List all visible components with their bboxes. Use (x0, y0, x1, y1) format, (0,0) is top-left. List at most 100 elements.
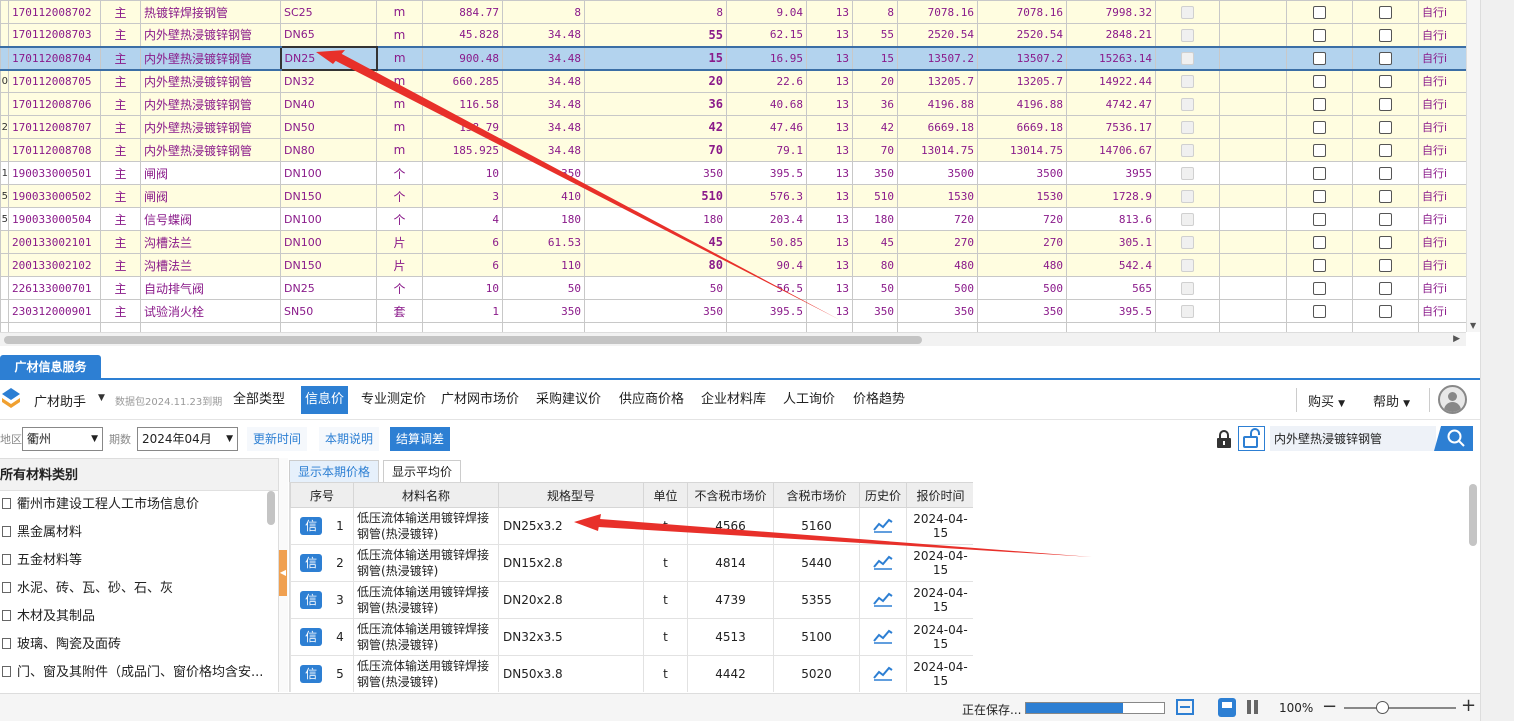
nav-tab[interactable]: 价格趋势 (849, 386, 909, 414)
select-checkbox-cell[interactable] (1352, 92, 1419, 116)
select-checkbox[interactable] (1379, 258, 1392, 272)
lock-checkbox-cell[interactable] (1286, 92, 1353, 116)
material-spec[interactable]: DN50x3.8 (498, 655, 644, 692)
market-price[interactable]: 350 (584, 161, 727, 185)
material-spec[interactable]: DN25x3.2 (498, 507, 644, 545)
price-applied[interactable]: 180 (852, 207, 898, 231)
price-applied[interactable]: 42 (852, 115, 898, 139)
material-unit[interactable]: m (376, 138, 423, 162)
quote-date[interactable]: 2024-04-15 (906, 544, 973, 582)
material-code[interactable]: 170112008702 (8, 0, 101, 24)
tax-rate[interactable]: 13 (806, 92, 853, 116)
market-price[interactable]: 510 (584, 184, 727, 208)
material-name[interactable]: 内外壁热浸镀锌钢管 (140, 69, 281, 93)
pre-tax-price[interactable]: 110 (502, 253, 585, 277)
pre-tax-price[interactable]: 34.48 (502, 45, 585, 71)
nav-tab[interactable]: 人工询价 (779, 386, 839, 414)
pre-tax-price[interactable]: 50 (502, 276, 585, 300)
source-label[interactable]: 自行i (1418, 253, 1466, 277)
grid-row[interactable]: 1 190033000501 主闸阀 DN100 个 10 350 350 395.5 13 350… (0, 161, 1466, 185)
amount[interactable]: 13507.2 (897, 45, 978, 71)
material-spec[interactable]: DN40 (280, 92, 377, 116)
tax-price[interactable]: 90.4 (726, 253, 807, 277)
row-index[interactable] (0, 23, 9, 47)
nav-tab[interactable]: 供应商价格 (615, 386, 688, 414)
amount-tax[interactable]: 2848.21 (1066, 23, 1156, 47)
amount-tax[interactable]: 7998.32 (1066, 0, 1156, 24)
empty-cell[interactable] (977, 322, 1067, 332)
grid-row[interactable]: 170112008704 主内外壁热浸镀锌钢管 DN25 m 900.48 34.48 15… (0, 45, 1466, 71)
material-spec[interactable]: DN25 (279, 45, 378, 71)
quantity[interactable]: 884.77 (422, 0, 503, 24)
market-price[interactable]: 42 (584, 115, 727, 139)
amount-tax[interactable]: 542.4 (1066, 253, 1156, 277)
trend-chart-icon[interactable] (873, 628, 893, 644)
quote-date[interactable]: 2024-04-15 (906, 618, 973, 656)
select-checkbox-cell[interactable] (1352, 253, 1419, 277)
price-row[interactable]: 信 1 低压流体输送用镀锌焊接钢管(热浸镀锌) DN25x3.2 t 4566 5160 20… (290, 507, 973, 545)
tax-price[interactable]: 47.46 (726, 115, 807, 139)
lock-checkbox-cell[interactable] (1286, 0, 1353, 24)
select-checkbox[interactable] (1379, 28, 1392, 42)
market-price[interactable]: 20 (584, 69, 727, 93)
row-index[interactable]: 5 (0, 184, 9, 208)
material-code[interactable]: 230312000901 (8, 299, 101, 323)
amount-tax[interactable]: 7536.17 (1066, 115, 1156, 139)
price-inc-tax[interactable]: 5160 (773, 507, 860, 545)
material-unit[interactable]: 个 (376, 207, 423, 231)
pre-tax-price[interactable]: 410 (502, 184, 585, 208)
lock-checkbox[interactable] (1313, 189, 1326, 203)
material-code[interactable]: 190033000502 (8, 184, 101, 208)
lock-checkbox[interactable] (1313, 120, 1326, 134)
grid-horizontal-scroll-thumb[interactable] (4, 336, 922, 344)
lock-checkbox[interactable] (1313, 75, 1326, 88)
amount[interactable]: 2520.54 (897, 23, 978, 47)
material-type[interactable]: 主 (100, 23, 141, 47)
material-code[interactable]: 170112008707 (8, 115, 101, 139)
select-checkbox-cell[interactable] (1352, 276, 1419, 300)
market-price[interactable]: 55 (584, 23, 727, 47)
pre-tax-price[interactable]: 34.48 (502, 23, 585, 47)
amount[interactable]: 6669.18 (897, 115, 978, 139)
nav-tab[interactable]: 广材网市场价 (437, 386, 523, 414)
source-label[interactable]: 自行i (1418, 45, 1466, 71)
quantity[interactable]: 3 (422, 184, 503, 208)
pre-tax-price[interactable]: 350 (502, 299, 585, 323)
market-price[interactable]: 80 (584, 253, 727, 277)
empty-cell[interactable] (1219, 253, 1287, 277)
quantity[interactable]: 116.58 (422, 92, 503, 116)
material-spec[interactable]: DN32 (280, 69, 377, 93)
tree-header[interactable]: 所有材料类别 (0, 459, 278, 491)
search-input[interactable] (1270, 426, 1436, 451)
row-index[interactable] (0, 299, 9, 323)
amount[interactable]: 480 (897, 253, 978, 277)
source-label[interactable]: 自行i (1418, 276, 1466, 300)
lock-checkbox[interactable] (1313, 51, 1326, 65)
material-code[interactable]: 226133000701 (8, 276, 101, 300)
price-row[interactable]: 信 3 低压流体输送用镀锌焊接钢管(热浸镀锌) DN20x2.8 t 4739 5355 20… (290, 581, 973, 619)
history-price-cell[interactable] (859, 581, 907, 619)
nav-tab[interactable]: 信息价 (301, 386, 349, 414)
lock-checkbox-cell[interactable] (1286, 69, 1353, 93)
history-price-cell[interactable] (859, 544, 907, 582)
source-label[interactable]: 自行i (1418, 299, 1466, 323)
unit[interactable]: t (643, 581, 688, 619)
amount[interactable]: 500 (897, 276, 978, 300)
history-price-cell[interactable] (859, 507, 907, 545)
lock-checkbox[interactable] (1313, 212, 1326, 226)
tax-rate[interactable]: 13 (806, 115, 853, 139)
amount-tax[interactable]: 14922.44 (1066, 69, 1156, 93)
material-code[interactable]: 170112008706 (8, 92, 101, 116)
amount-market[interactable]: 13205.7 (977, 69, 1067, 93)
column-header[interactable]: 不含税市场价 (687, 482, 774, 508)
nav-tab[interactable]: 全部类型 (229, 386, 289, 414)
grid-row[interactable]: 170112008708 主内外壁热浸镀锌钢管 DN80 m 185.925 34.48 7… (0, 138, 1466, 162)
material-name[interactable]: 自动排气阀 (140, 276, 281, 300)
empty-cell[interactable] (1219, 161, 1287, 185)
material-unit[interactable]: 片 (376, 230, 423, 254)
nav-tab[interactable]: 专业测定价 (357, 386, 430, 414)
price-row[interactable]: 信 5 低压流体输送用镀锌焊接钢管(热浸镀锌) DN50x3.8 t 4442 5020 20… (290, 655, 973, 692)
quantity[interactable]: 6 (422, 253, 503, 277)
pre-tax-price[interactable]: 180 (502, 207, 585, 231)
price-applied[interactable]: 50 (852, 276, 898, 300)
